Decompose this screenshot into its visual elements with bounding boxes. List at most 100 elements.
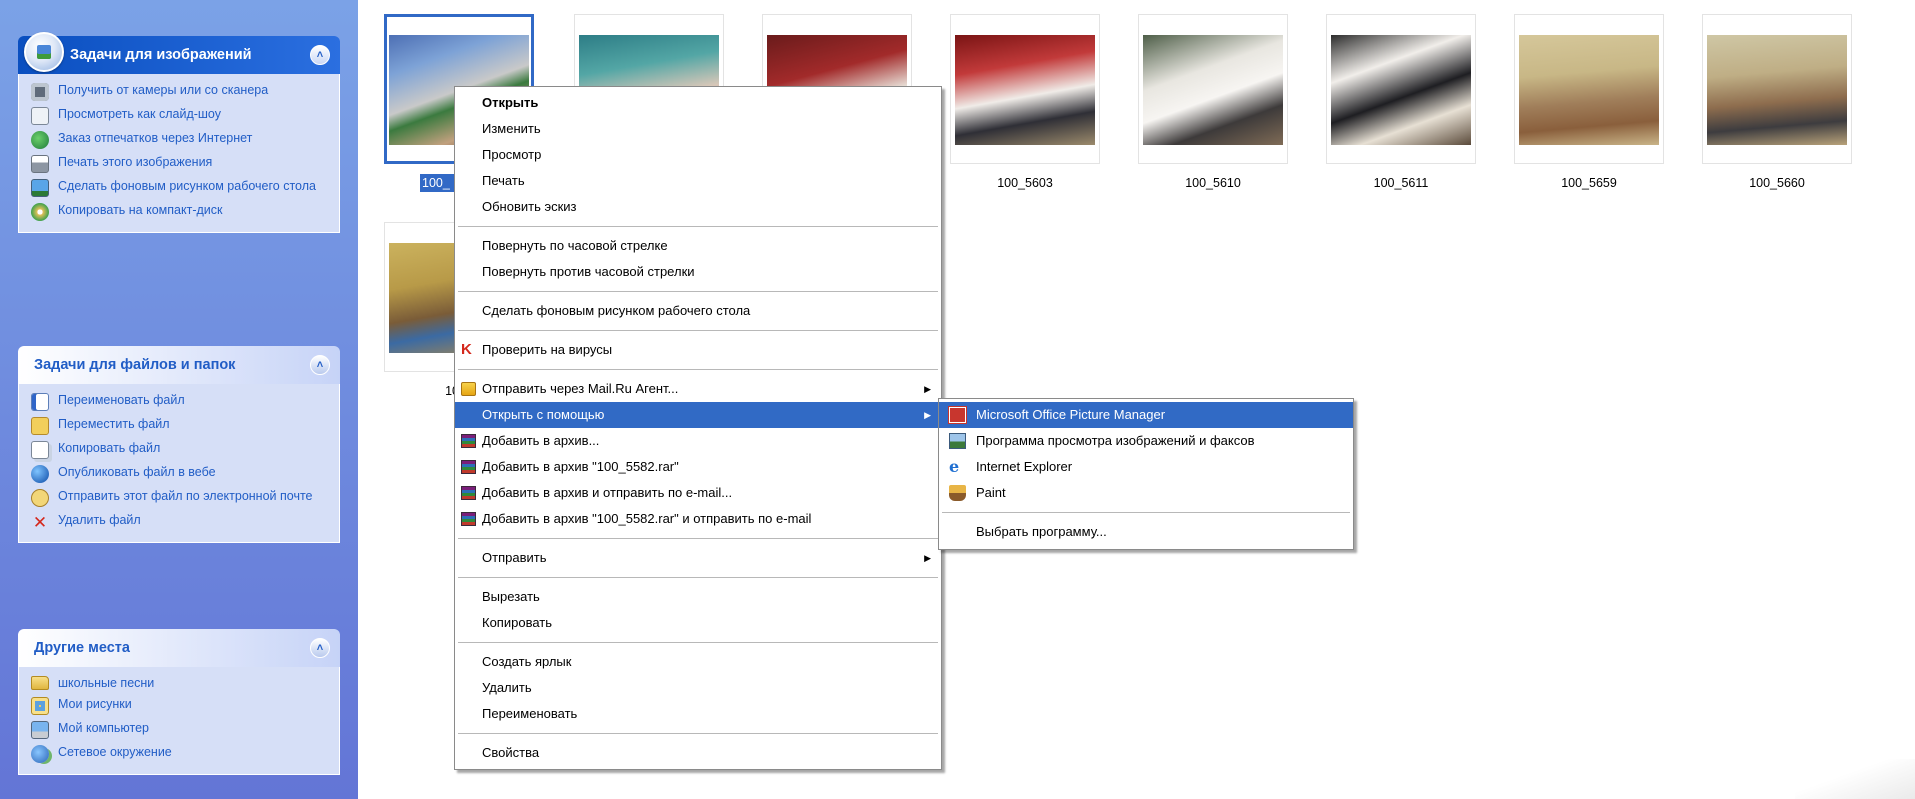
desktop-icon [31,179,49,197]
image-tasks-panel: Задачи для изображений ˄ Получить от кам… [18,32,340,233]
image-task-item-label: Печать этого изображения [58,155,213,169]
menu-padding [455,766,941,769]
menu-separator [458,642,938,643]
menu-separator [458,577,938,578]
context-menu-item[interactable]: Переименовать [455,701,941,727]
open-with-program-item[interactable]: e Internet Explorer [939,454,1353,480]
photo-thumbnail[interactable]: 100_5659 [1514,14,1664,192]
context-menu-item[interactable]: Удалить [455,675,941,701]
photo-thumbnail[interactable]: 100_5610 [1138,14,1288,192]
file-task-item-label: Опубликовать файл в вебе [58,465,216,479]
context-menu-item-label: Свойства [482,745,540,760]
context-menu-item-label: Копировать [482,615,552,630]
context-menu-item[interactable]: Копировать [455,610,941,636]
context-menu-item[interactable]: Повернуть по часовой стрелке [455,233,941,259]
image-task-item[interactable]: Печать этого изображения [31,152,329,176]
submenu-arrow-icon: ▶ [924,384,931,394]
cd-icon [31,203,49,221]
file-task-item[interactable]: Копировать файл [31,438,329,462]
file-task-item-label: Переименовать файл [58,393,185,407]
thumbnail-frame [1702,14,1852,164]
open-with-program-item[interactable]: Программа просмотра изображений и факсов [939,428,1353,454]
other-place-item[interactable]: школьные песни [31,673,329,694]
thumbnail-frame [1326,14,1476,164]
winrar-icon [461,460,476,474]
collapse-chevron-icon[interactable]: ˄ [310,355,330,375]
other-place-item[interactable]: Сетевое окружение [31,742,329,766]
image-task-item[interactable]: Сделать фоновым рисунком рабочего стола [31,176,329,200]
program-label: Программа просмотра изображений и факсов [976,433,1255,448]
file-tasks-header[interactable]: Задачи для файлов и папок ˄ [18,346,340,384]
image-task-item-label: Просмотреть как слайд-шоу [58,107,221,121]
photo-thumbnail[interactable]: 100_5603 [950,14,1100,192]
thumbnail-filename: 100_5610 [1185,176,1241,190]
menu-separator [942,512,1350,513]
context-menu-item[interactable]: Добавить в архив и отправить по e-mail..… [455,480,941,506]
thumbnail-filename: 100_5659 [1561,176,1617,190]
context-menu-item-label: Добавить в архив и отправить по e-mail..… [482,485,733,500]
submenu-arrow-icon: ▶ [924,410,931,420]
menu-separator [458,226,938,227]
image-task-item-label: Получить от камеры или со сканера [58,83,269,97]
photo-thumbnail[interactable]: 100_5660 [1702,14,1852,192]
image-task-item[interactable]: Заказ отпечатков через Интернет [31,128,329,152]
context-menu-item-label: Создать ярлык [482,654,572,669]
file-tasks-list: Переименовать файл Переместить файл Копиро… [18,384,340,543]
file-task-item[interactable]: ✕ Удалить файл [31,510,329,534]
context-menu-item[interactable]: Создать ярлык [455,649,941,675]
open-with-program-item[interactable]: Microsoft Office Picture Manager [939,402,1353,428]
program-label: Paint [976,485,1006,500]
context-menu-item[interactable]: Сделать фоновым рисунком рабочего стола [455,298,941,324]
other-place-item-label: Мои рисунки [58,697,132,711]
file-task-item[interactable]: Переименовать файл [31,390,329,414]
context-menu-item[interactable]: Отправить через Mail.Ru Агент... ▶ [455,376,941,402]
thumbnail-filename: 100_5611 [1373,176,1429,190]
program-label: Microsoft Office Picture Manager [976,407,1166,422]
other-place-item[interactable]: Мои рисунки [31,694,329,718]
winrar-icon [461,512,476,526]
slideshow-icon [31,107,49,125]
context-menu-item[interactable]: Добавить в архив... [455,428,941,454]
context-menu-item[interactable]: Свойства [455,740,941,766]
photo-image [1331,35,1471,145]
file-task-item[interactable]: Переместить файл [31,414,329,438]
photo-thumbnail[interactable]: 100_5611 [1326,14,1476,192]
context-menu-item[interactable]: Добавить в архив "100_5582.rar" и отправ… [455,506,941,532]
copy-icon [31,441,49,459]
image-task-item[interactable]: Просмотреть как слайд-шоу [31,104,329,128]
context-menu-item[interactable]: Открыть [455,90,941,116]
image-tasks-emblem-icon [24,32,64,72]
context-menu-item[interactable]: Повернуть против часовой стрелки [455,259,941,285]
photo-image [1707,35,1847,145]
context-menu-item[interactable]: Изменить [455,116,941,142]
context-menu-item[interactable]: Просмотр [455,142,941,168]
context-menu-item-label: Печать [482,173,525,188]
computer-icon [31,721,49,739]
context-menu-item[interactable]: Вырезать [455,584,941,610]
image-tasks-header[interactable]: Задачи для изображений ˄ [18,32,340,74]
open-with-program-item[interactable]: Paint [939,480,1353,506]
internet-explorer-icon: e [949,457,960,476]
other-place-item-label: школьные песни [58,676,155,690]
context-menu-item[interactable]: Печать [455,168,941,194]
collapse-chevron-icon[interactable]: ˄ [310,45,330,65]
context-menu-item[interactable]: Отправить ▶ [455,545,941,571]
collapse-chevron-icon[interactable]: ˄ [310,638,330,658]
context-menu-item[interactable]: Добавить в архив "100_5582.rar" [455,454,941,480]
image-task-item[interactable]: Копировать на компакт-диск [31,200,329,224]
delete-icon: ✕ [32,512,48,532]
other-places-title: Другие места [34,640,130,656]
other-place-item[interactable]: Мой компьютер [31,718,329,742]
file-task-item[interactable]: Отправить этот файл по электронной почте [31,486,329,510]
context-menu-item-label: Сделать фоновым рисунком рабочего стола [482,303,751,318]
context-menu-item[interactable]: Обновить эскиз [455,194,941,220]
other-places-header[interactable]: Другие места ˄ [18,629,340,667]
image-task-item-label: Копировать на компакт-диск [58,203,223,217]
program-label: Internet Explorer [976,459,1073,474]
context-menu-item[interactable]: K Проверить на вирусы [455,337,941,363]
context-menu-item[interactable]: Открыть с помощью ▶ [455,402,941,428]
choose-program-item[interactable]: Выбрать программу... [939,519,1353,545]
image-task-item[interactable]: Получить от камеры или со сканера [31,80,329,104]
other-place-item-label: Мой компьютер [58,721,149,735]
file-task-item[interactable]: Опубликовать файл в вебе [31,462,329,486]
